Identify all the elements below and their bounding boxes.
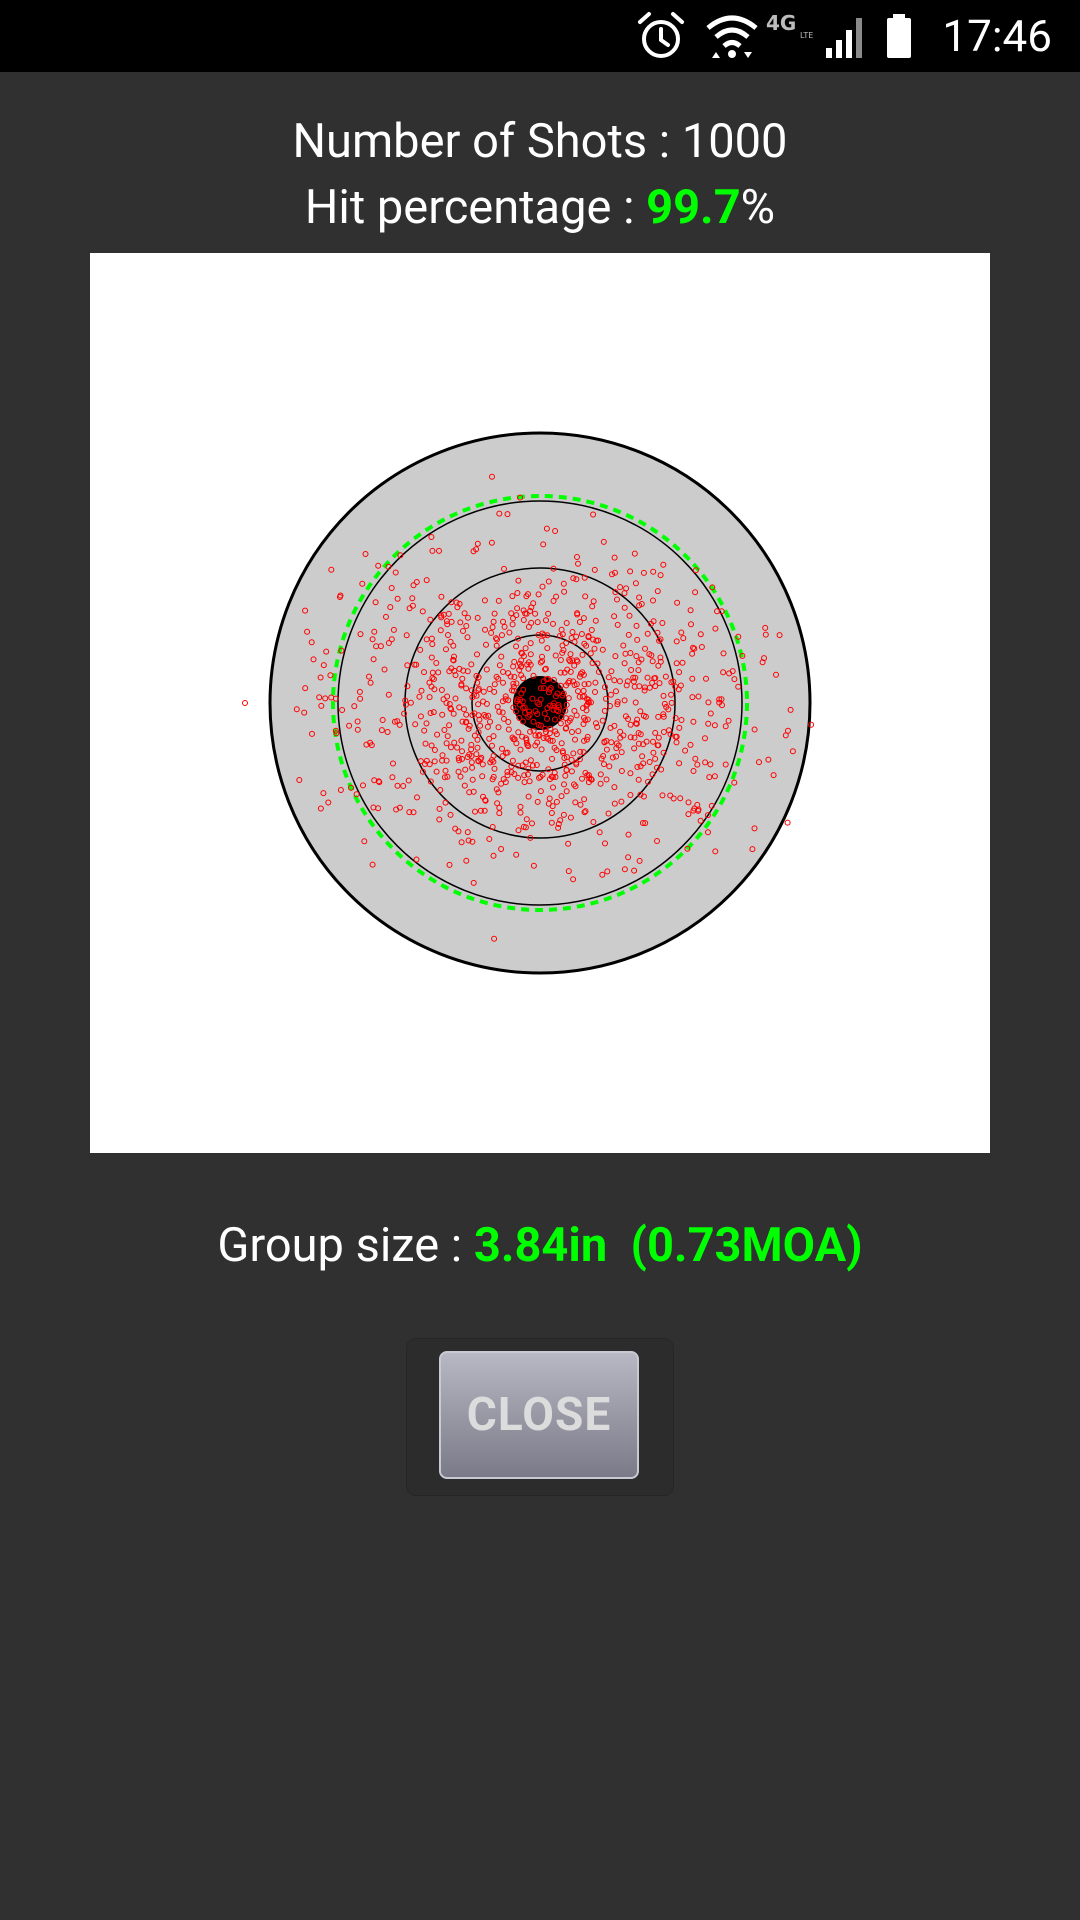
hit-value: 99.7: [646, 180, 741, 235]
target-diagram: [242, 431, 815, 975]
group-label: Group size :: [217, 1218, 474, 1273]
status-bar: 4G LTE 17:46: [0, 0, 1080, 72]
svg-text:4G: 4G: [766, 11, 796, 35]
hit-label: Hit percentage :: [304, 180, 647, 235]
hit-percentage-text: Hit percentage : 99.7%: [0, 178, 1080, 238]
shots-label: Number of Shots :: [292, 114, 682, 169]
close-button[interactable]: CLOSE: [439, 1351, 639, 1479]
cell-signal-icon: [826, 18, 862, 58]
target-panel: [90, 253, 990, 1153]
svg-text:LTE: LTE: [800, 31, 813, 40]
close-button-container: CLOSE: [406, 1338, 674, 1496]
network-4g-lte-icon: 4G LTE: [766, 11, 813, 40]
alarm-icon: [638, 12, 684, 58]
hit-suffix: %: [740, 180, 776, 235]
group-value: 3.84in (0.73MOA): [473, 1218, 863, 1273]
group-size-text: Group size : 3.84in (0.73MOA): [0, 1216, 1080, 1276]
shot-marker: [242, 700, 248, 706]
battery-icon: [887, 14, 911, 58]
shots-value: 1000: [681, 114, 788, 169]
shot-marker: [784, 819, 791, 826]
wifi-icon: [706, 15, 758, 58]
shots-count-text: Number of Shots : 1000: [0, 112, 1080, 172]
status-time: 17:46: [942, 10, 1052, 62]
